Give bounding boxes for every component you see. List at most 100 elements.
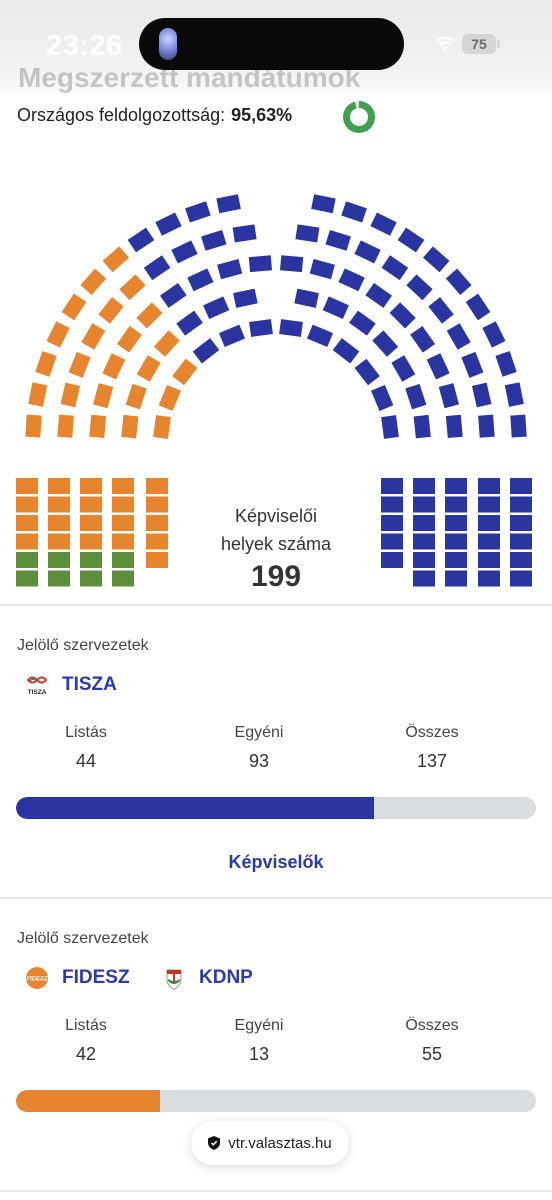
- seat: [309, 259, 335, 280]
- stat-label: Listás: [65, 724, 107, 741]
- seat: [57, 414, 74, 438]
- seat: [370, 212, 397, 236]
- status-bar: Megszerzett mandátumok 23:26 75: [0, 0, 552, 93]
- representatives-link[interactable]: Képviselők: [0, 852, 552, 873]
- fidesz-logo-icon: FIDESZ: [24, 965, 50, 991]
- seat: [413, 515, 435, 531]
- seat: [217, 259, 243, 280]
- stat-egyeni: Egyéni 13: [189, 1017, 329, 1065]
- stat-value: 93: [248, 751, 270, 771]
- seat: [478, 515, 500, 531]
- seat: [478, 570, 500, 587]
- seat-share-bar-fill: [16, 797, 374, 819]
- stat-label: Egyéni: [234, 724, 284, 741]
- seat: [248, 255, 273, 273]
- seat: [153, 415, 171, 439]
- seat: [381, 515, 403, 531]
- stat-listas: Listás 44: [16, 724, 156, 772]
- seat: [279, 255, 304, 273]
- party-kdnp[interactable]: KDNP: [161, 965, 253, 991]
- seat: [445, 515, 467, 531]
- seat: [371, 384, 394, 412]
- seat: [372, 330, 399, 357]
- seat: [354, 358, 380, 386]
- seat: [203, 296, 230, 320]
- seat: [146, 478, 168, 494]
- seat: [143, 255, 171, 281]
- seat: [48, 515, 70, 531]
- seat: [80, 515, 102, 531]
- seat: [136, 302, 163, 329]
- seat: [389, 302, 416, 329]
- seat: [16, 533, 38, 550]
- seat: [478, 533, 500, 550]
- shield-icon: [208, 1136, 221, 1150]
- processing-label: Országos feldolgozottság:: [17, 105, 226, 125]
- party-fidesz[interactable]: FIDESZ FIDESZ: [24, 965, 130, 991]
- seat: [48, 552, 70, 568]
- seat: [306, 324, 334, 347]
- seat: [445, 268, 472, 296]
- seat: [354, 240, 381, 264]
- processing-value: 95,63%: [231, 105, 293, 125]
- seat: [413, 552, 435, 568]
- seat: [46, 321, 70, 348]
- seat: [232, 224, 257, 243]
- seat: [48, 478, 70, 494]
- seat: [48, 496, 70, 513]
- seat: [381, 478, 403, 494]
- seat: [445, 496, 467, 513]
- seat: [80, 533, 102, 550]
- seat: [478, 496, 500, 513]
- seat: [413, 414, 431, 439]
- seat: [510, 414, 527, 438]
- seat: [146, 515, 168, 531]
- seat-share-bar: [16, 797, 536, 819]
- party-name: KDNP: [199, 967, 253, 988]
- stat-label: Egyéni: [234, 1017, 284, 1034]
- seat: [405, 383, 427, 410]
- seat: [112, 515, 134, 531]
- browser-url-bar[interactable]: vtr.valasztas.hu: [191, 1121, 349, 1165]
- stat-label: Listás: [65, 1017, 107, 1034]
- seat: [446, 323, 471, 350]
- seat: [192, 338, 220, 364]
- seat: [48, 533, 70, 550]
- seat: [112, 478, 134, 494]
- seat: [187, 268, 214, 292]
- party-name: TISZA: [62, 674, 117, 695]
- seat: [445, 478, 467, 494]
- seat: [413, 533, 435, 550]
- seat: [119, 274, 146, 301]
- seat: [295, 224, 320, 243]
- seat: [311, 194, 336, 214]
- seat: [155, 212, 182, 236]
- seat: [391, 355, 416, 382]
- dynamic-island: [139, 18, 404, 70]
- seat: [16, 496, 38, 513]
- seat: [381, 415, 399, 439]
- processing-progress-ring: [343, 101, 375, 133]
- seat: [510, 515, 532, 531]
- seat: [249, 319, 273, 337]
- seat: [478, 478, 500, 494]
- seat: [98, 297, 124, 324]
- seat: [136, 355, 161, 382]
- seat: [413, 570, 435, 587]
- card-caption: Jelölő szervezetek: [17, 637, 149, 654]
- seat: [93, 383, 114, 409]
- seat: [325, 229, 351, 251]
- party-tisza[interactable]: TISZA TISZA: [24, 672, 117, 698]
- seat: [445, 570, 467, 587]
- seat: [218, 324, 246, 347]
- stat-osszes: Összes 137: [362, 724, 502, 772]
- seat: [233, 288, 258, 308]
- stat-value: 137: [416, 751, 448, 771]
- seat: [16, 478, 38, 494]
- stat-label: Összes: [405, 1017, 459, 1034]
- stat-value: 44: [75, 751, 97, 771]
- seat: [478, 414, 495, 438]
- seat: [397, 227, 425, 253]
- seat: [413, 496, 435, 513]
- seat: [465, 293, 491, 321]
